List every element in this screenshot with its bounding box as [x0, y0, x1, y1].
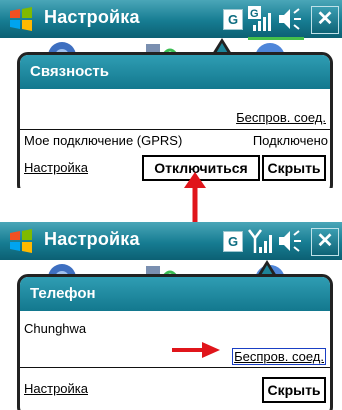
wireless-connections-link[interactable]: Беспров. соед.	[232, 348, 326, 365]
settings-link[interactable]: Настройка	[24, 160, 88, 175]
connection-name: Мое подключение (GPRS)	[24, 133, 183, 148]
antenna-signal-icon[interactable]	[248, 227, 274, 255]
title-bar: Настройка G ✕	[0, 222, 342, 260]
red-arrow-icon	[184, 172, 206, 224]
wireless-connections-link[interactable]: Беспров. соед.	[236, 110, 326, 125]
bubble-title: Телефон	[20, 277, 330, 311]
close-icon[interactable]: ✕	[311, 228, 339, 256]
divider	[20, 367, 330, 368]
gprs-badge-icon[interactable]: G	[223, 231, 243, 252]
hide-button[interactable]: Скрыть	[262, 155, 326, 181]
close-icon[interactable]: ✕	[311, 6, 339, 34]
operator-name: Chunghwa	[24, 321, 87, 336]
settings-link[interactable]: Настройка	[24, 381, 88, 396]
speaker-icon[interactable]	[276, 5, 304, 33]
signal-strength-bar	[248, 37, 304, 40]
hide-button[interactable]: Скрыть	[262, 377, 326, 403]
windows-start-icon[interactable]	[8, 228, 34, 254]
speaker-icon[interactable]	[276, 227, 304, 255]
title-bar: Настройка G G ✕	[0, 0, 342, 38]
app-title: Настройка	[44, 229, 140, 249]
gprs-signal-icon[interactable]: G	[248, 5, 274, 33]
red-arrow-icon	[172, 342, 220, 358]
app-title: Настройка	[44, 7, 140, 27]
bubble-title: Связность	[20, 55, 330, 89]
screenshot-connectivity: Настройка G G ✕ Связность Беспров. соед.	[0, 0, 342, 188]
windows-start-icon[interactable]	[8, 6, 34, 32]
screenshot-phone: Настройка G ✕ Телефон Chunghwa Беспров. …	[0, 222, 342, 410]
gprs-badge-icon[interactable]: G	[223, 9, 243, 30]
svg-text:G: G	[250, 8, 259, 20]
connectivity-bubble: Связность Беспров. соед. Мое подключение…	[17, 52, 333, 188]
divider	[20, 129, 330, 130]
connection-status: Подключено	[252, 133, 328, 148]
